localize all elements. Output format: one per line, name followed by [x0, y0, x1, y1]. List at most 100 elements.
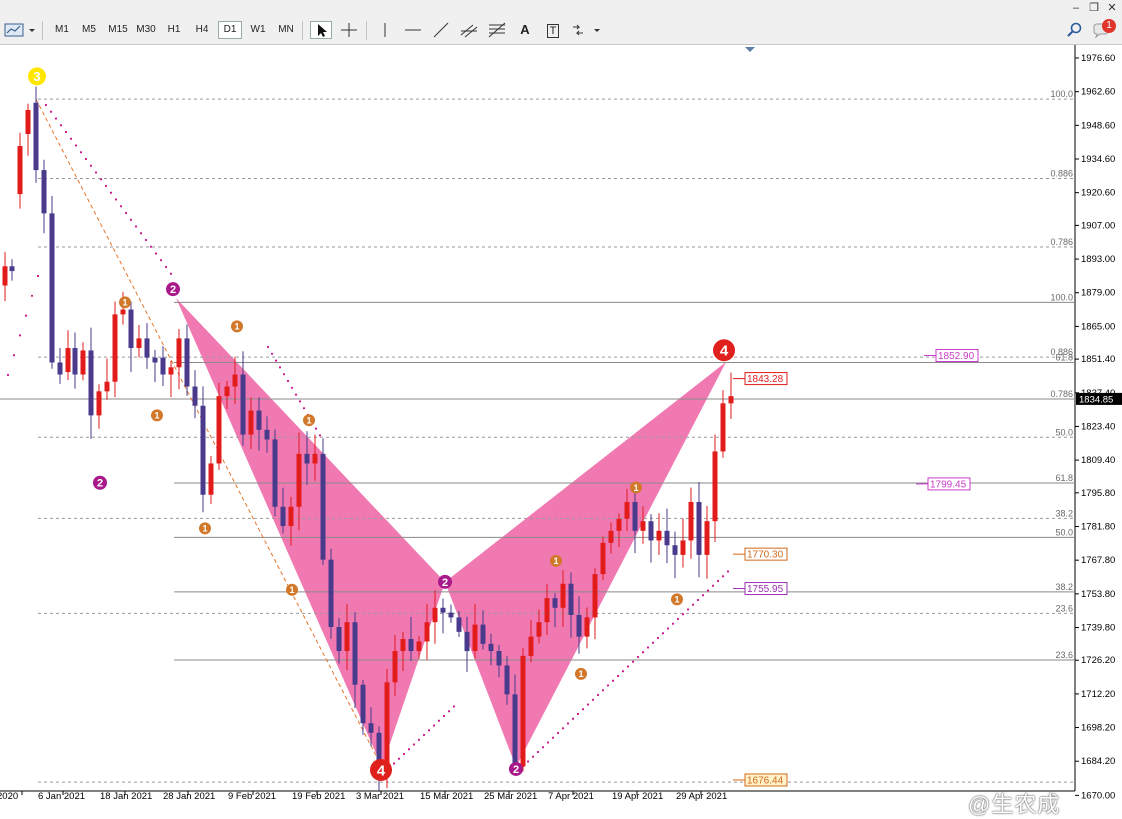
- timeframe-h1[interactable]: H1: [162, 21, 186, 39]
- timeframe-m15[interactable]: M15: [106, 21, 130, 39]
- candle-body: [416, 641, 422, 652]
- timeframe-w1[interactable]: W1: [246, 21, 270, 39]
- channel-tool[interactable]: [458, 21, 480, 39]
- candle-body: [256, 410, 262, 430]
- candle-body: [65, 348, 71, 373]
- candle-body: [184, 338, 190, 387]
- parabolic-sar-dot: [278, 366, 282, 369]
- timeframe-mn[interactable]: MN: [274, 21, 298, 39]
- candle-body: [640, 521, 646, 531]
- price-tick-label: 1795.80: [1081, 488, 1115, 499]
- parabolic-sar-dot: [526, 760, 530, 763]
- horizontal-line-icon: [405, 29, 421, 31]
- candle-body: [192, 386, 198, 406]
- candle-body: [168, 367, 174, 375]
- xab-pattern-triangle: [176, 298, 445, 767]
- wave-marker-label: 1: [289, 585, 294, 595]
- horizontal-line-tool[interactable]: [402, 21, 424, 39]
- parabolic-sar-dot: [397, 757, 401, 760]
- candle-body: [2, 266, 8, 286]
- price-tick-label: 1698.20: [1081, 723, 1115, 734]
- parabolic-sar-dot: [49, 110, 53, 113]
- parabolic-sar-dot: [437, 719, 441, 722]
- minimize-icon[interactable]: –: [1068, 1, 1084, 15]
- candle-body: [152, 357, 158, 363]
- fib-level-label: 100.0: [1050, 89, 1073, 99]
- wave-marker-label: 4: [720, 343, 729, 360]
- candle-body: [224, 386, 230, 397]
- fibonacci-icon: [488, 22, 506, 38]
- candle-body: [456, 617, 462, 632]
- candle-body: [336, 627, 342, 652]
- chart-area[interactable]: 1976.60 1962.60 1948.60 1934.60 1920.60 1907.…: [0, 45, 1122, 817]
- search-button[interactable]: [1064, 21, 1086, 39]
- price-tick-label: 1739.80: [1081, 623, 1115, 634]
- timeframe-m1[interactable]: M1: [50, 21, 74, 39]
- parabolic-sar-dot: [109, 191, 113, 194]
- parabolic-sar-dot: [286, 379, 290, 383]
- date-label: 7 Apr 2021: [548, 791, 594, 802]
- timeframe-h4[interactable]: H4: [190, 21, 214, 39]
- notifications-button[interactable]: 1: [1092, 19, 1118, 39]
- candle-body: [448, 612, 454, 618]
- candle-body: [496, 651, 502, 666]
- parabolic-sar-dot: [114, 198, 118, 201]
- crosshair-tool[interactable]: [338, 21, 360, 39]
- parabolic-sar-dot: [139, 232, 143, 235]
- price-tick-label: 1684.20: [1081, 756, 1115, 767]
- timeframe-m5[interactable]: M5: [77, 21, 101, 39]
- vertical-line-tool[interactable]: [374, 21, 396, 39]
- price-tick-label: 1781.80: [1081, 521, 1115, 532]
- orange-trend-line: [35, 98, 383, 768]
- candle-body: [9, 266, 15, 272]
- close-icon[interactable]: ✕: [1104, 1, 1120, 15]
- parabolic-sar-dot: [79, 151, 83, 154]
- parabolic-sar-dot: [611, 679, 615, 682]
- parabolic-sar-dot: [44, 103, 48, 107]
- candle-body: [584, 617, 590, 637]
- restore-icon[interactable]: ❐: [1086, 1, 1102, 15]
- candle-body: [432, 607, 438, 623]
- parabolic-sar-dot: [290, 386, 294, 389]
- fib-level-label: 38.2: [1055, 582, 1073, 592]
- crosshair-icon: [341, 23, 357, 37]
- fib-level-label: 61.8: [1055, 352, 1073, 362]
- parabolic-sar-dot: [701, 594, 705, 597]
- timeframe-d1[interactable]: D1: [218, 21, 242, 39]
- parabolic-sar-dot: [447, 710, 451, 713]
- candle-body: [632, 501, 638, 531]
- candle-body: [72, 348, 78, 375]
- candle-body: [528, 636, 534, 656]
- candle-body: [96, 391, 102, 416]
- fib-level-label: 50.0: [1055, 427, 1073, 437]
- price-chart[interactable]: 1976.60 1962.60 1948.60 1934.60 1920.60 1907.…: [0, 45, 1122, 807]
- candle-body: [552, 598, 558, 608]
- candle-body: [464, 631, 470, 652]
- text-tool[interactable]: A: [514, 21, 536, 39]
- date-label: 18 Jan 2021: [100, 791, 152, 802]
- window-title-bar: – ❐ ✕: [0, 0, 1122, 18]
- candle-body: [576, 614, 582, 637]
- fibonacci-tool[interactable]: [486, 21, 508, 39]
- parabolic-sar-dot: [536, 750, 540, 754]
- timeframe-m30[interactable]: M30: [134, 21, 158, 39]
- price-tag-label: 1799.45: [930, 479, 967, 490]
- parabolic-sar-dot: [586, 703, 590, 706]
- chart-type-dropdown[interactable]: [3, 21, 37, 39]
- arrows-dropdown[interactable]: [570, 21, 602, 39]
- price-tick-label: 1823.40: [1081, 421, 1115, 432]
- candle-body: [49, 213, 55, 363]
- text-label-tool[interactable]: T: [542, 21, 564, 39]
- cursor-tool[interactable]: [310, 21, 332, 39]
- parabolic-sar-dot: [626, 665, 630, 668]
- notification-badge: 1: [1102, 19, 1116, 33]
- fib-level-label: 61.8: [1055, 473, 1073, 483]
- parabolic-sar-dot: [270, 352, 274, 355]
- trendline-tool[interactable]: [430, 21, 452, 39]
- candle-body: [512, 694, 518, 767]
- parabolic-sar-dot: [556, 731, 560, 735]
- fib-level-label: 0.886: [1050, 168, 1073, 178]
- candle-body: [352, 622, 358, 685]
- parabolic-sar-dot: [636, 655, 640, 659]
- parabolic-sar-dot: [64, 130, 68, 134]
